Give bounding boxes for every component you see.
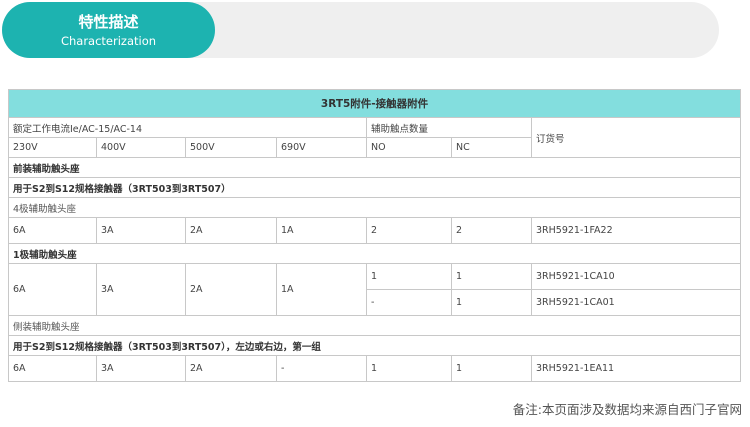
accessory-spec-table: 3RT5附件-接触器附件 额定工作电流Ie/AC-15/AC-14 辅助触点数量…: [7, 89, 742, 382]
section-side-mount: 侧装辅助触头座: [7, 315, 742, 336]
cell-current-230: 6A: [8, 355, 97, 382]
cell-order-no: 3RH5921-1FA22: [530, 217, 742, 244]
voltage-690: 690V: [276, 137, 367, 158]
cell-current-400: 3A: [96, 263, 186, 316]
header-order-no: 订货号: [530, 117, 742, 158]
header-rated-current: 额定工作电流Ie/AC-15/AC-14: [8, 117, 367, 138]
section-one-pole: 1极辅助触头座: [7, 243, 742, 264]
footer-note: 备注:本页面涉及数据均来源自西门子官网: [512, 402, 742, 417]
cell-nc-count: 1: [451, 263, 532, 290]
cell-current-400: 3A: [96, 355, 186, 382]
cell-nc-count: 1: [451, 289, 532, 316]
cell-no-count: 1: [366, 263, 452, 290]
cell-order-no: 3RH5921-1CA10: [530, 263, 742, 290]
cell-current-690: 1A: [276, 217, 367, 244]
cell-current-500: 2A: [185, 263, 277, 316]
table-row: 6A 3A 2A 1A 2 2 3RH5921-1FA22: [8, 217, 742, 244]
cell-current-230: 6A: [8, 263, 97, 316]
cell-current-500: 2A: [185, 217, 277, 244]
contact-type-nc: NC: [451, 137, 532, 158]
cell-order-no: 3RH5921-1CA01: [530, 289, 742, 316]
section-side-mount-desc: 用于S2到S12规格接触器（3RT503到3RT507），左边或右边，第一组: [7, 335, 742, 356]
section-title-en: Characterization: [60, 34, 157, 48]
cell-current-690: -: [276, 355, 367, 382]
table-title: 3RT5附件-接触器附件: [7, 89, 742, 118]
table-row: 6A 3A 2A 1A 1 1 3RH5921-1CA10: [8, 263, 742, 316]
cell-current-230: 6A: [8, 217, 97, 244]
section-title-cn: 特性描述: [78, 13, 139, 31]
section-front-mount: 前装辅助触头座: [7, 157, 742, 178]
cell-no-count: -: [366, 289, 452, 316]
voltage-500: 500V: [185, 137, 277, 158]
section-front-mount-desc: 用于S2到S12规格接触器（3RT503到3RT507）: [7, 177, 742, 198]
voltage-400: 400V: [96, 137, 186, 158]
cell-current-690: 1A: [276, 263, 367, 316]
section-header-pill: 特性描述 Characterization: [2, 2, 215, 58]
cell-nc-count: 2: [451, 217, 532, 244]
cell-no-count: 1: [366, 355, 452, 382]
cell-order-no: 3RH5921-1EA11: [530, 355, 742, 382]
header-aux-contacts: 辅助触点数量: [366, 117, 532, 138]
table-row: 6A 3A 2A - 1 1 3RH5921-1EA11: [8, 355, 742, 382]
voltage-230: 230V: [8, 137, 97, 158]
cell-current-400: 3A: [96, 217, 186, 244]
section-four-pole: 4极辅助触头座: [7, 197, 742, 218]
contact-type-no: NO: [366, 137, 452, 158]
cell-no-count: 2: [366, 217, 452, 244]
cell-current-500: 2A: [185, 355, 277, 382]
cell-nc-count: 1: [451, 355, 532, 382]
